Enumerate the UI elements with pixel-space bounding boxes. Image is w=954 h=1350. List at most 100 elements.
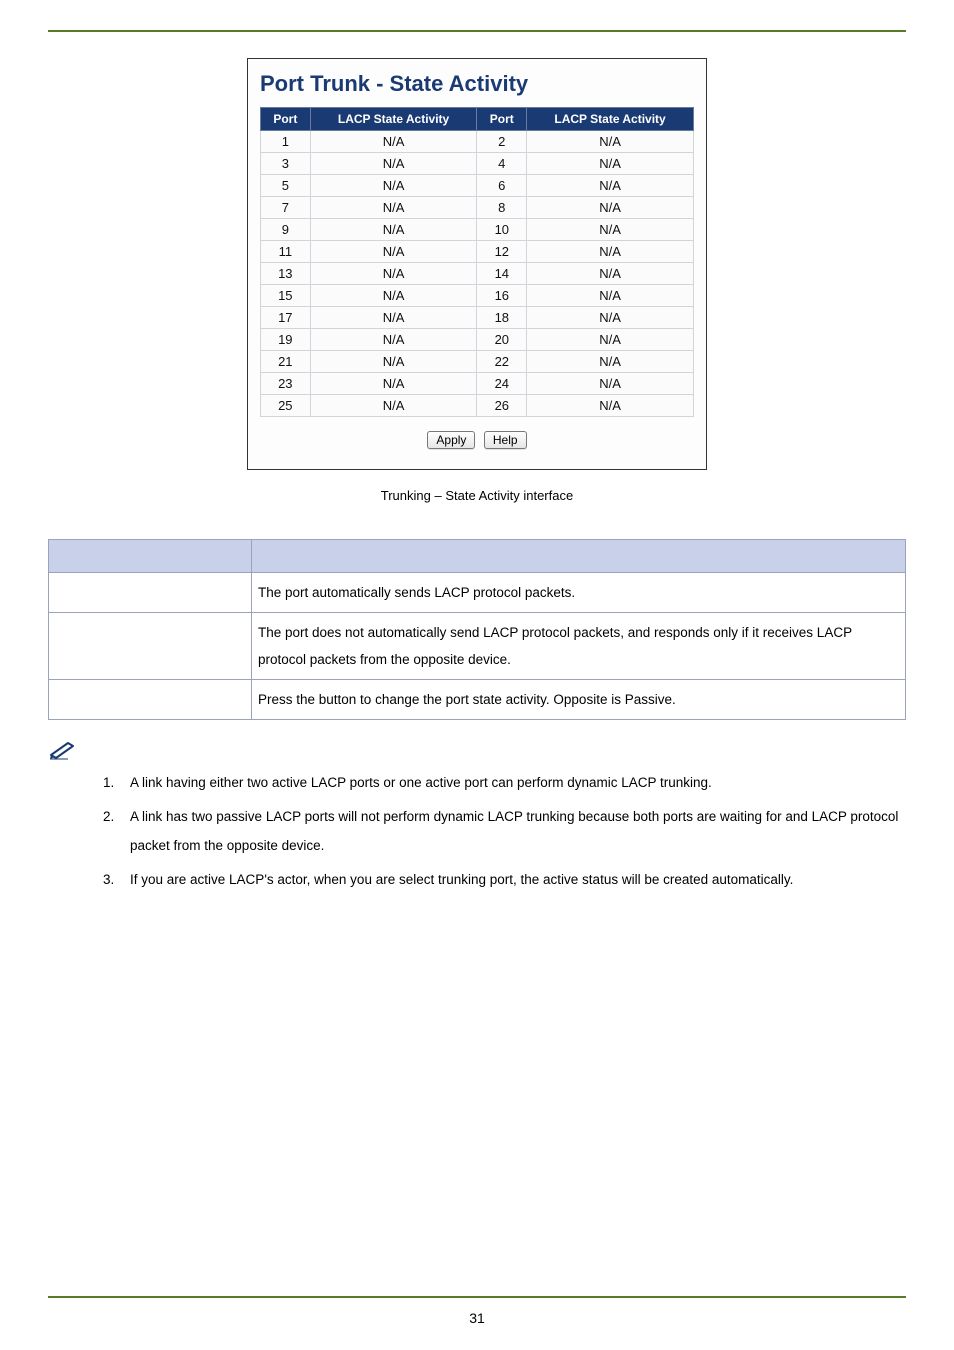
page-number: 31 xyxy=(0,1310,954,1326)
info-header-blank-2 xyxy=(252,540,906,573)
cell-port: 25 xyxy=(261,395,311,417)
cell-state: N/A xyxy=(527,351,694,373)
cell-port: 4 xyxy=(477,153,527,175)
panel-title: Port Trunk - State Activity xyxy=(260,71,694,97)
cell-port: 1 xyxy=(261,131,311,153)
info-row: The port automatically sends LACP protoc… xyxy=(49,573,906,613)
footer-rule xyxy=(48,1296,906,1298)
col-state-2: LACP State Activity xyxy=(527,108,694,131)
table-row: 19N/A20N/A xyxy=(261,329,694,351)
table-row: 5N/A6N/A xyxy=(261,175,694,197)
cell-state: N/A xyxy=(310,131,477,153)
info-row: The port does not automatically send LAC… xyxy=(49,613,906,680)
cell-state: N/A xyxy=(310,395,477,417)
cell-state: N/A xyxy=(527,263,694,285)
cell-port: 21 xyxy=(261,351,311,373)
cell-port: 13 xyxy=(261,263,311,285)
cell-port: 19 xyxy=(261,329,311,351)
info-desc-cell: Press the button to change the port stat… xyxy=(252,680,906,720)
table-row: 11N/A12N/A xyxy=(261,241,694,263)
cell-state: N/A xyxy=(310,373,477,395)
note-list: A link having either two active LACP por… xyxy=(48,768,906,895)
cell-port: 9 xyxy=(261,219,311,241)
cell-port: 11 xyxy=(261,241,311,263)
info-header-blank-1 xyxy=(49,540,252,573)
cell-state: N/A xyxy=(527,197,694,219)
cell-port: 3 xyxy=(261,153,311,175)
table-row: 13N/A14N/A xyxy=(261,263,694,285)
cell-port: 17 xyxy=(261,307,311,329)
cell-state: N/A xyxy=(310,175,477,197)
table-row: 25N/A26N/A xyxy=(261,395,694,417)
cell-state: N/A xyxy=(310,263,477,285)
cell-state: N/A xyxy=(527,153,694,175)
cell-port: 10 xyxy=(477,219,527,241)
apply-button[interactable]: Apply xyxy=(427,431,475,449)
col-state-1: LACP State Activity xyxy=(310,108,477,131)
cell-state: N/A xyxy=(527,131,694,153)
cell-state: N/A xyxy=(527,241,694,263)
cell-state: N/A xyxy=(527,285,694,307)
screenshot-panel: Port Trunk - State Activity Port LACP St… xyxy=(247,58,707,470)
cell-port: 23 xyxy=(261,373,311,395)
cell-state: N/A xyxy=(310,285,477,307)
table-header-row: Port LACP State Activity Port LACP State… xyxy=(261,108,694,131)
cell-port: 26 xyxy=(477,395,527,417)
cell-state: N/A xyxy=(310,241,477,263)
cell-state: N/A xyxy=(527,329,694,351)
cell-port: 24 xyxy=(477,373,527,395)
cell-state: N/A xyxy=(527,307,694,329)
info-row: Press the button to change the port stat… xyxy=(49,680,906,720)
info-desc-cell: The port does not automatically send LAC… xyxy=(252,613,906,680)
table-row: 1N/A2N/A xyxy=(261,131,694,153)
top-rule xyxy=(48,30,906,32)
cell-state: N/A xyxy=(310,153,477,175)
table-row: 23N/A24N/A xyxy=(261,373,694,395)
table-row: 3N/A4N/A xyxy=(261,153,694,175)
col-port-2: Port xyxy=(477,108,527,131)
table-row: 21N/A22N/A xyxy=(261,351,694,373)
info-label-cell xyxy=(49,680,252,720)
figure-caption: Trunking – State Activity interface xyxy=(48,488,906,503)
screenshot-inner: Port Trunk - State Activity Port LACP St… xyxy=(250,61,704,467)
cell-state: N/A xyxy=(527,373,694,395)
info-label-cell xyxy=(49,613,252,680)
cell-state: N/A xyxy=(310,307,477,329)
table-row: 7N/A8N/A xyxy=(261,197,694,219)
cell-state: N/A xyxy=(310,197,477,219)
cell-port: 16 xyxy=(477,285,527,307)
cell-port: 8 xyxy=(477,197,527,219)
cell-state: N/A xyxy=(310,351,477,373)
cell-port: 5 xyxy=(261,175,311,197)
info-table: The port automatically sends LACP protoc… xyxy=(48,539,906,720)
info-desc-cell: The port automatically sends LACP protoc… xyxy=(252,573,906,613)
info-header-row xyxy=(49,540,906,573)
table-row: 17N/A18N/A xyxy=(261,307,694,329)
cell-port: 20 xyxy=(477,329,527,351)
page: Port Trunk - State Activity Port LACP St… xyxy=(0,0,954,1350)
port-state-table: Port LACP State Activity Port LACP State… xyxy=(260,107,694,417)
note-item: A link having either two active LACP por… xyxy=(118,768,906,798)
cell-port: 14 xyxy=(477,263,527,285)
cell-port: 7 xyxy=(261,197,311,219)
cell-port: 12 xyxy=(477,241,527,263)
cell-port: 6 xyxy=(477,175,527,197)
button-row: Apply Help xyxy=(260,431,694,449)
cell-state: N/A xyxy=(310,219,477,241)
cell-state: N/A xyxy=(527,219,694,241)
help-button[interactable]: Help xyxy=(484,431,527,449)
cell-state: N/A xyxy=(527,175,694,197)
info-label-cell xyxy=(49,573,252,613)
cell-state: N/A xyxy=(527,395,694,417)
table-row: 15N/A16N/A xyxy=(261,285,694,307)
cell-port: 2 xyxy=(477,131,527,153)
cell-port: 15 xyxy=(261,285,311,307)
cell-port: 22 xyxy=(477,351,527,373)
table-row: 9N/A10N/A xyxy=(261,219,694,241)
note-icon xyxy=(48,738,906,760)
cell-port: 18 xyxy=(477,307,527,329)
cell-state: N/A xyxy=(310,329,477,351)
col-port-1: Port xyxy=(261,108,311,131)
note-item: A link has two passive LACP ports will n… xyxy=(118,802,906,861)
note-item: If you are active LACP's actor, when you… xyxy=(118,865,906,895)
